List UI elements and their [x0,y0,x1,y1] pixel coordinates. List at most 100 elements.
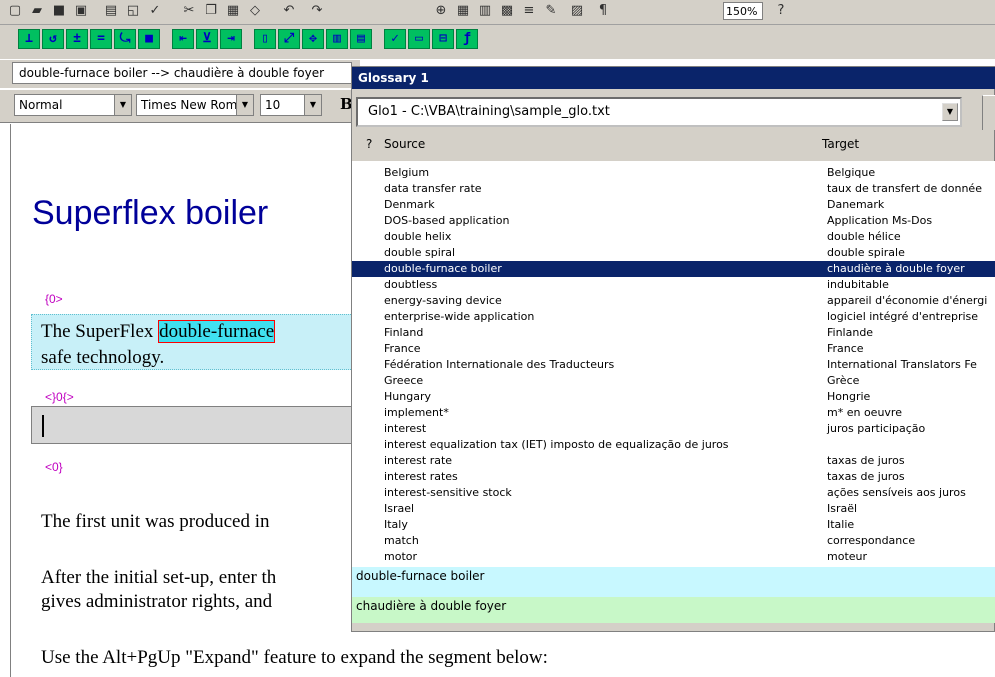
glossary-file-combo[interactable]: Glo1 - C:\VBA\training\sample_glo.txt ▼ [356,97,962,127]
table-row[interactable]: doubtless indubitable [352,277,995,293]
table-row[interactable]: motor moteur [352,549,995,565]
source-cell: interest rate [384,454,453,467]
get-previous-icon[interactable]: ⇤ [172,29,194,49]
open-glossary-icon[interactable]: ⊟ [432,29,454,49]
get-current-icon[interactable]: ⊻ [196,29,218,49]
style-combo[interactable]: Normal ▼ [14,94,132,116]
glossary-icon[interactable]: ▯ [254,29,276,49]
table-row[interactable]: implement* m* en oeuvre [352,405,995,421]
target-segment-box[interactable] [31,406,371,444]
glossary-term-highlight[interactable]: double-furnace [158,320,276,343]
hyperlink-icon[interactable]: ⊕ [430,2,452,22]
table-row[interactable]: Fédération Internationale des Traducteur… [352,357,995,373]
glossary-titlebar[interactable]: Glossary 1 [352,67,995,89]
close-next-icon[interactable]: ↺ [42,29,64,49]
excel-icon[interactable]: ▩ [496,2,518,22]
column-header-flag[interactable]: ? [366,133,372,155]
table-row[interactable]: interest rates taxas de juros [352,469,995,485]
table-row[interactable]: interest rate taxas de juros [352,453,995,469]
close-icon[interactable]: = [90,29,112,49]
show-hide-icon[interactable]: ¶ [592,2,614,22]
document-area[interactable]: Superflex boiler {0> The SuperFlex doubl… [10,124,548,677]
zoom-combo[interactable]: 150% [723,2,763,20]
close-segment-icon[interactable]: ■ [138,29,160,49]
save-icon[interactable]: ■ [48,2,70,22]
open-folder-icon[interactable]: ▰ [26,2,48,22]
redo-icon[interactable]: ↷ [306,2,328,22]
source-cell: Finland [384,326,424,339]
chevron-down-icon[interactable]: ▼ [942,103,958,121]
table-row[interactable]: double helix double hélice [352,229,995,245]
undo-icon[interactable]: ↶ [278,2,300,22]
table-row[interactable]: interest equalization tax (IET) imposto … [352,437,995,453]
table-row[interactable]: data transfer rate taux de transfert de d… [352,181,995,197]
email-icon[interactable]: ▣ [70,2,92,22]
table-row[interactable]: Hungary Hongrie [352,389,995,405]
table-row[interactable]: Italy Italie [352,517,995,533]
table-row[interactable]: interest-sensitive stock ações sensíveis … [352,485,995,501]
shrink-icon[interactable]: ✥ [302,29,324,49]
target-cell: France [827,342,864,355]
column-header-source[interactable]: Source [384,133,425,155]
document-map-icon[interactable]: ▨ [566,2,588,22]
print-preview-icon[interactable]: ◱ [122,2,144,22]
columns-icon[interactable]: ≡ [518,2,540,22]
table-row[interactable]: Belgium Belgique [352,165,995,181]
get-next-icon[interactable]: ⇥ [220,29,242,49]
table-row[interactable]: enterprise-wide application logiciel inté… [352,309,995,325]
source-term-preview[interactable]: double-furnace boiler [352,567,995,597]
source-cell: interest equalization tax (IET) imposto … [384,438,729,451]
source-cell: DOS-based application [384,214,510,227]
style-value: Normal [19,98,63,112]
expand-icon[interactable]: ⤢ [278,29,300,49]
chevron-down-icon[interactable]: ▼ [236,95,253,115]
drawing-icon[interactable]: ✎ [540,2,562,22]
glossary-list[interactable]: Belgium Belgique data transfer rate taux de… [352,161,995,567]
table-row[interactable]: Finland Finlande [352,325,995,341]
font-combo[interactable]: Times New Roman ▼ [136,94,254,116]
print-icon[interactable]: ▤ [100,2,122,22]
table-row[interactable]: match correspondance [352,533,995,549]
table-row[interactable]: energy-saving device appareil d'économie … [352,293,995,309]
new-document-icon[interactable]: ▢ [4,2,26,22]
paste-icon[interactable]: ▦ [222,2,244,22]
copy-icon[interactable]: ❐ [200,2,222,22]
tables-icon[interactable]: ▦ [452,2,474,22]
table-row[interactable]: France France [352,341,995,357]
chevron-down-icon[interactable]: ▼ [114,95,131,115]
table-row[interactable]: Israel Israël [352,501,995,517]
column-header-target[interactable]: Target [822,133,859,155]
source-cell: match [384,534,419,547]
open-get-icon[interactable]: ⊥ [18,29,40,49]
target-cell: double hélice [827,230,901,243]
document-heading: Superflex boiler [32,194,269,232]
function-icon[interactable]: ƒ [456,29,478,49]
table-row[interactable]: Greece Grèce [352,373,995,389]
copy-source-icon[interactable]: ▤ [350,29,372,49]
table-row[interactable]: DOS-based application Application Ms-Dos [352,213,995,229]
table-row[interactable]: double spiral double spirale [352,245,995,261]
glossary-side-button[interactable] [982,95,995,130]
concordance-icon[interactable]: ▥ [326,29,348,49]
table-row[interactable]: Denmark Danemark [352,197,995,213]
help-icon[interactable]: ? [770,2,792,22]
restore-icon[interactable]: ⤿ [114,29,136,49]
table-row[interactable]: interest juros participação [352,421,995,437]
set-close-next-icon[interactable]: ± [66,29,88,49]
target-cell: m* en oeuvre [827,406,902,419]
insert-table-icon[interactable]: ▥ [474,2,496,22]
source-cell: Greece [384,374,424,387]
format-painter-icon[interactable]: ◇ [244,2,266,22]
target-term-preview[interactable]: chaudière à double foyer [352,597,995,623]
add-term-icon[interactable]: ▭ [408,29,430,49]
table-row[interactable]: double-furnace boiler chaudière à double … [352,261,995,277]
source-cell: interest-sensitive stock [384,486,512,499]
set-close-icon[interactable]: ✓ [384,29,406,49]
paragraph-2-line1: After the initial set-up, enter th [41,567,277,588]
cut-icon[interactable]: ✂ [178,2,200,22]
chevron-down-icon[interactable]: ▼ [304,95,321,115]
font-size-combo[interactable]: 10 ▼ [260,94,322,116]
spellcheck-icon[interactable]: ✓ [144,2,166,22]
source-cell: Israel [384,502,415,515]
paragraph-3: Use the Alt+PgUp "Expand" feature to exp… [41,647,548,668]
